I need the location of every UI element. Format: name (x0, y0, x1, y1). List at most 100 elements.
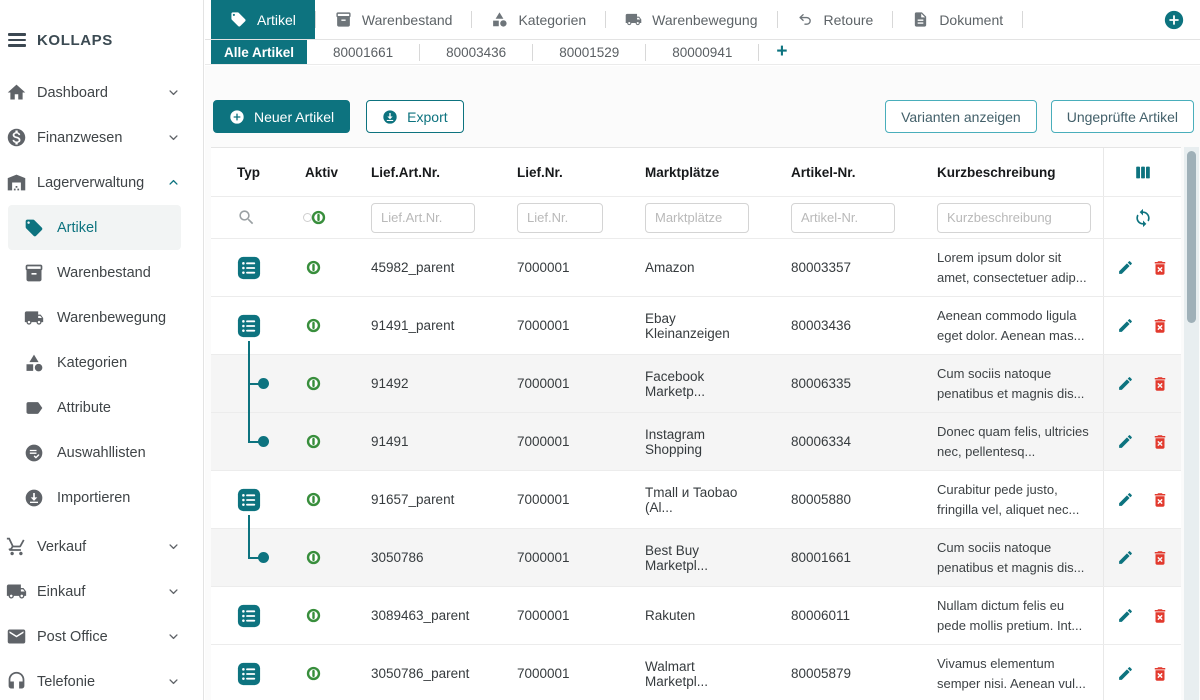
sidebar-item-finanzwesen[interactable]: Finanzwesen (0, 115, 203, 160)
delete-icon[interactable] (1151, 375, 1169, 393)
tab-dokument[interactable]: Dokument (893, 0, 1022, 39)
edit-icon[interactable] (1117, 665, 1134, 682)
parent-article-icon[interactable] (235, 602, 263, 630)
add-tab-button[interactable] (1163, 9, 1185, 31)
lief-nr-cell: 7000001 (487, 355, 615, 412)
sidebar-item-warenbestand[interactable]: Warenbestand (8, 250, 181, 295)
subtab-80003436[interactable]: 80003436 (420, 40, 532, 64)
subtab-80001529[interactable]: 80001529 (533, 40, 645, 64)
cart-icon (6, 536, 27, 557)
scrollbar-track[interactable] (1184, 147, 1199, 700)
mail-icon (6, 626, 27, 647)
sidebar-item-telefonie[interactable]: Telefonie (0, 659, 203, 700)
tab-warenbewegung[interactable]: Warenbewegung (606, 0, 776, 39)
sidebar-item-label: Kategorien (50, 355, 127, 371)
parent-article-icon[interactable] (235, 660, 263, 688)
tree-node-dot (258, 378, 269, 389)
sidebar-item-verkauf[interactable]: Verkauf (0, 524, 203, 569)
truck-icon (625, 11, 642, 28)
subtab-alle-artikel[interactable]: Alle Artikel (211, 40, 307, 64)
delete-icon[interactable] (1151, 665, 1169, 683)
export-button[interactable]: Export (366, 100, 463, 133)
edit-icon[interactable] (1117, 375, 1134, 392)
sidebar-item-label: Importieren (50, 490, 130, 506)
refresh-icon[interactable] (1133, 208, 1153, 228)
filter-cell (615, 197, 761, 238)
tree-connector (248, 528, 250, 558)
table-row[interactable]: 3050786_parent 7000001 Walmart Marketpl.… (211, 644, 1181, 700)
sidebar-item-dashboard[interactable]: Dashboard (0, 70, 203, 115)
table-row[interactable]: 3089463_parent 7000001 Rakuten 80006011 … (211, 586, 1181, 644)
delete-icon[interactable] (1151, 259, 1169, 277)
sidebar-item-lagerverwaltung[interactable]: Lagerverwaltung (0, 160, 203, 205)
edit-icon[interactable] (1117, 549, 1134, 566)
sidebar-item-label: Dashboard (37, 85, 156, 101)
filter-input-artikel-nr[interactable] (791, 203, 895, 233)
aktiv-filter-toggle[interactable] (303, 209, 327, 226)
sidebar-item-attribute[interactable]: Attribute (8, 385, 181, 430)
table-row[interactable]: 91491_parent 7000001 Ebay Kleinanzeigen … (211, 296, 1181, 354)
edit-icon[interactable] (1117, 317, 1134, 334)
sidebar-item-kategorien[interactable]: Kategorien (8, 340, 181, 385)
delete-icon[interactable] (1151, 491, 1169, 509)
add-article-tab-button[interactable]: + (759, 40, 804, 64)
chevron-down-icon (166, 130, 181, 145)
filter-input-lief-nr[interactable] (517, 203, 603, 233)
subtab-80000941[interactable]: 80000941 (646, 40, 758, 64)
new-article-button[interactable]: Neuer Artikel (213, 100, 350, 133)
table-row[interactable]: 45982_parent 7000001 Amazon 80003357 Lor… (211, 238, 1181, 296)
sidebar-item-label: Artikel (50, 220, 97, 236)
lief-art-nr-cell: 3050786 (341, 529, 487, 586)
delete-icon[interactable] (1151, 317, 1169, 335)
tab-label: Retoure (824, 12, 874, 28)
sidebar-item-einkauf[interactable]: Einkauf (0, 569, 203, 614)
table-row[interactable]: 91491 7000001 Instagram Shopping 8000633… (211, 412, 1181, 470)
filter-input-lief-art-nr[interactable] (371, 203, 475, 233)
menu-icon[interactable] (6, 32, 28, 48)
typ-cell (211, 297, 275, 354)
sidebar-item-post-office[interactable]: Post Office (0, 614, 203, 659)
lief-art-nr-cell: 91491 (341, 413, 487, 470)
tab-warenbestand[interactable]: Warenbestand (316, 0, 472, 39)
show-variants-button[interactable]: Varianten anzeigen (885, 100, 1037, 133)
column-header-aktiv: Aktiv (275, 148, 341, 196)
table-row[interactable]: 91492 7000001 Facebook Marketp... 800063… (211, 354, 1181, 412)
filter-input-marktplaetze[interactable] (645, 203, 749, 233)
tab-retoure[interactable]: Retoure (778, 0, 893, 39)
unverified-articles-label: Ungeprüfte Artikel (1067, 109, 1178, 125)
parent-article-icon[interactable] (235, 254, 263, 282)
filter-cell (907, 197, 1103, 238)
active-status-icon (305, 491, 322, 508)
artikel-nr-cell: 80003357 (761, 239, 907, 296)
headset-icon (6, 671, 27, 692)
truck-icon (24, 308, 44, 328)
delete-icon[interactable] (1151, 607, 1169, 625)
table-row[interactable]: 91657_parent 7000001 Tmall и Taobao (Al.… (211, 470, 1181, 528)
tab-artikel[interactable]: Artikel (211, 0, 315, 39)
lief-nr-cell: 7000001 (487, 587, 615, 644)
edit-icon[interactable] (1117, 607, 1134, 624)
scrollbar-thumb[interactable] (1187, 151, 1196, 323)
parent-article-icon[interactable] (235, 486, 263, 514)
sidebar-item-warenbewegung[interactable]: Warenbewegung (8, 295, 181, 340)
lief-nr-cell: 7000001 (487, 413, 615, 470)
tab-kategorien[interactable]: Kategorien (472, 0, 605, 39)
tree-connector (248, 354, 250, 413)
filter-input-kurzbeschreibung[interactable] (937, 203, 1091, 233)
delete-icon[interactable] (1151, 549, 1169, 567)
unverified-articles-button[interactable]: Ungeprüfte Artikel (1051, 100, 1194, 133)
parent-article-icon[interactable] (235, 312, 263, 340)
delete-icon[interactable] (1151, 433, 1169, 451)
kurzbeschreibung-cell: Cum sociis natoque penatibus et magnis d… (907, 355, 1103, 412)
aktiv-cell (275, 529, 341, 586)
view-columns-icon[interactable] (1133, 163, 1153, 182)
sidebar-item-artikel[interactable]: Artikel (8, 205, 181, 250)
subtab-80001661[interactable]: 80001661 (307, 40, 419, 64)
table-row[interactable]: 3050786 7000001 Best Buy Marketpl... 800… (211, 528, 1181, 586)
sidebar-item-auswahllisten[interactable]: Auswahllisten (8, 430, 181, 475)
sidebar-item-importieren[interactable]: Importieren (8, 475, 181, 520)
edit-icon[interactable] (1117, 491, 1134, 508)
edit-icon[interactable] (1117, 259, 1134, 276)
column-header-lief-nr: Lief.Nr. (487, 148, 615, 196)
edit-icon[interactable] (1117, 433, 1134, 450)
